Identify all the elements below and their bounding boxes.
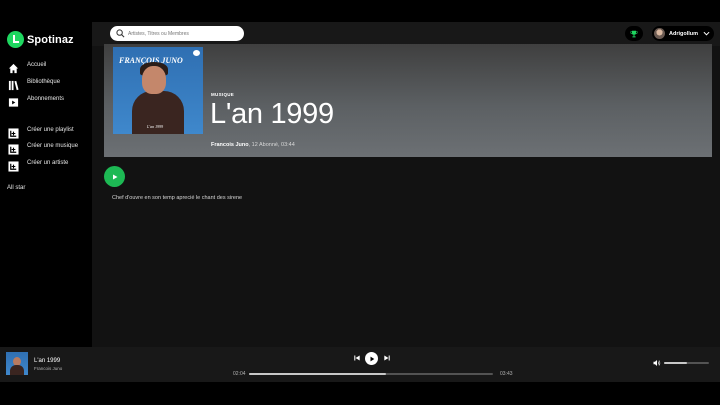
- progress-fill: [249, 373, 386, 375]
- skip-back-icon: [354, 355, 360, 361]
- search-input[interactable]: [128, 30, 238, 37]
- trophy-button[interactable]: [625, 26, 643, 41]
- sidebar-item-label: Créer un artiste: [27, 160, 69, 166]
- sidebar-item-create-playlist[interactable]: Créer une playlist: [8, 126, 74, 140]
- progress-bar[interactable]: [249, 373, 493, 375]
- search-bar[interactable]: [110, 26, 244, 41]
- volume-icon[interactable]: [653, 359, 661, 367]
- track-duration: 03:44: [281, 142, 295, 148]
- sidebar-item-create-music[interactable]: Créer une musique: [8, 142, 78, 156]
- sidebar: Spotinaz Accueil Bibliothèque Abonnement…: [0, 22, 92, 347]
- sidebar-link-all-star[interactable]: All star: [7, 185, 25, 191]
- play-button[interactable]: [104, 166, 125, 187]
- sidebar-item-label: Bibliothèque: [27, 79, 61, 85]
- sidebar-item-label: Créer une playlist: [27, 127, 74, 133]
- track-header: FRANÇOIS JUNO L'an 1999 MUSIQUE L'an 199…: [104, 44, 712, 157]
- volume-slider[interactable]: [664, 362, 709, 364]
- sidebar-item-label: Abonnements: [27, 96, 65, 102]
- sidebar-item-label: Accueil: [27, 62, 47, 68]
- subscriber-count: 12 Abonné: [251, 142, 278, 148]
- sidebar-item-library[interactable]: Bibliothèque: [8, 78, 60, 92]
- app-window: Spotinaz Accueil Bibliothèque Abonnement…: [0, 22, 720, 382]
- play-icon: [112, 174, 117, 179]
- volume-fill: [664, 362, 687, 364]
- sidebar-item-subscriptions[interactable]: Abonnements: [8, 95, 64, 109]
- sidebar-item-create-artist[interactable]: Créer un artiste: [8, 159, 68, 173]
- subscriptions-icon: [8, 97, 19, 108]
- now-playing-cover: [6, 352, 28, 375]
- search-icon: [116, 29, 125, 38]
- app-name: Spotinaz: [27, 33, 74, 46]
- item-type-label: MUSIQUE: [211, 92, 235, 97]
- play-icon: [370, 356, 374, 361]
- track-description: Chef d'ouvre en son temp aprecié le chan…: [112, 195, 243, 201]
- player-play-button[interactable]: [365, 352, 378, 365]
- total-time: 03:43: [500, 371, 513, 377]
- library-icon: [8, 80, 19, 91]
- next-button[interactable]: [383, 352, 391, 364]
- artist-link[interactable]: Francois Juno: [211, 142, 249, 148]
- home-icon: [8, 63, 19, 74]
- chevron-down-icon: [703, 31, 710, 36]
- page-title: L'an 1999: [210, 98, 334, 130]
- user-name: Adrigollum: [669, 30, 699, 37]
- album-cover: FRANÇOIS JUNO L'an 1999: [113, 47, 203, 134]
- app-logo[interactable]: Spotinaz: [7, 31, 74, 48]
- sidebar-item-label: Créer une musique: [27, 143, 79, 149]
- add-playlist-icon: [8, 127, 19, 139]
- now-playing-artist[interactable]: Francois Juno: [34, 366, 62, 371]
- player-bar: L'an 1999 Francois Juno 02:04 03:43: [0, 347, 720, 382]
- label-logo-icon: [193, 50, 200, 56]
- sidebar-item-home[interactable]: Accueil: [8, 61, 46, 75]
- add-music-icon: [8, 143, 19, 155]
- skip-forward-icon: [384, 355, 390, 361]
- previous-button[interactable]: [353, 352, 361, 364]
- logo-icon: [7, 31, 24, 48]
- track-meta: Francois Juno, 12 Abonné, 03:44: [211, 142, 295, 148]
- elapsed-time: 02:04: [233, 371, 246, 377]
- now-playing-title[interactable]: L'an 1999: [34, 358, 60, 364]
- user-menu[interactable]: Adrigollum: [652, 26, 714, 41]
- cover-caption: L'an 1999: [147, 124, 164, 129]
- add-artist-icon: [8, 160, 19, 172]
- trophy-icon: [630, 30, 638, 37]
- avatar: [654, 28, 665, 39]
- top-bar: Adrigollum: [92, 22, 720, 46]
